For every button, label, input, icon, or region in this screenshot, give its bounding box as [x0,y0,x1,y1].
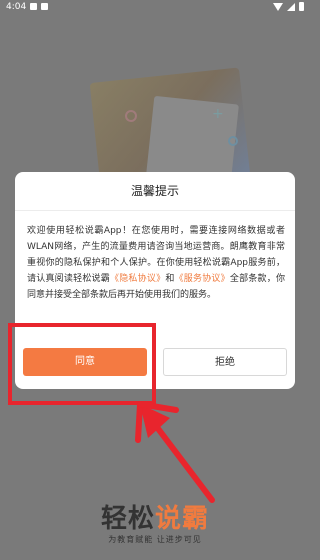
annotation-highlight-box [8,323,156,405]
status-time: 4:04 [6,2,27,12]
logo-text-1: 轻松 [100,504,155,534]
refuse-button[interactable]: 拒绝 [163,348,287,376]
service-agreement-link[interactable]: 《服务协议》 [175,274,230,284]
book-page-illustration [146,95,239,185]
gallery-icon [41,3,48,10]
notification-icons [30,3,48,10]
system-icons [273,2,304,11]
decor-ring [228,136,238,146]
status-bar: 4:04 [0,0,310,14]
signal-icon [287,2,295,11]
app-slogan: 为教育赋能 让进步可见 [108,535,202,544]
decor-circle [125,110,137,122]
battery-icon [299,2,304,11]
privacy-agreement-link[interactable]: 《隐私协议》 [110,274,165,284]
wifi-icon [273,2,283,11]
decor-plus: + [212,106,224,122]
logo-text-2: 说霸 [155,504,210,534]
notification-icon [30,3,37,10]
body-text-and: 和 [165,274,175,284]
dialog-title: 温馨提示 [15,172,295,211]
dialog-body: 欢迎使用轻松说霸App！在您使用时，需要连接网络数据或者WLAN网络，产生的流量… [27,223,285,303]
app-logo: 轻松说霸 [0,498,310,535]
